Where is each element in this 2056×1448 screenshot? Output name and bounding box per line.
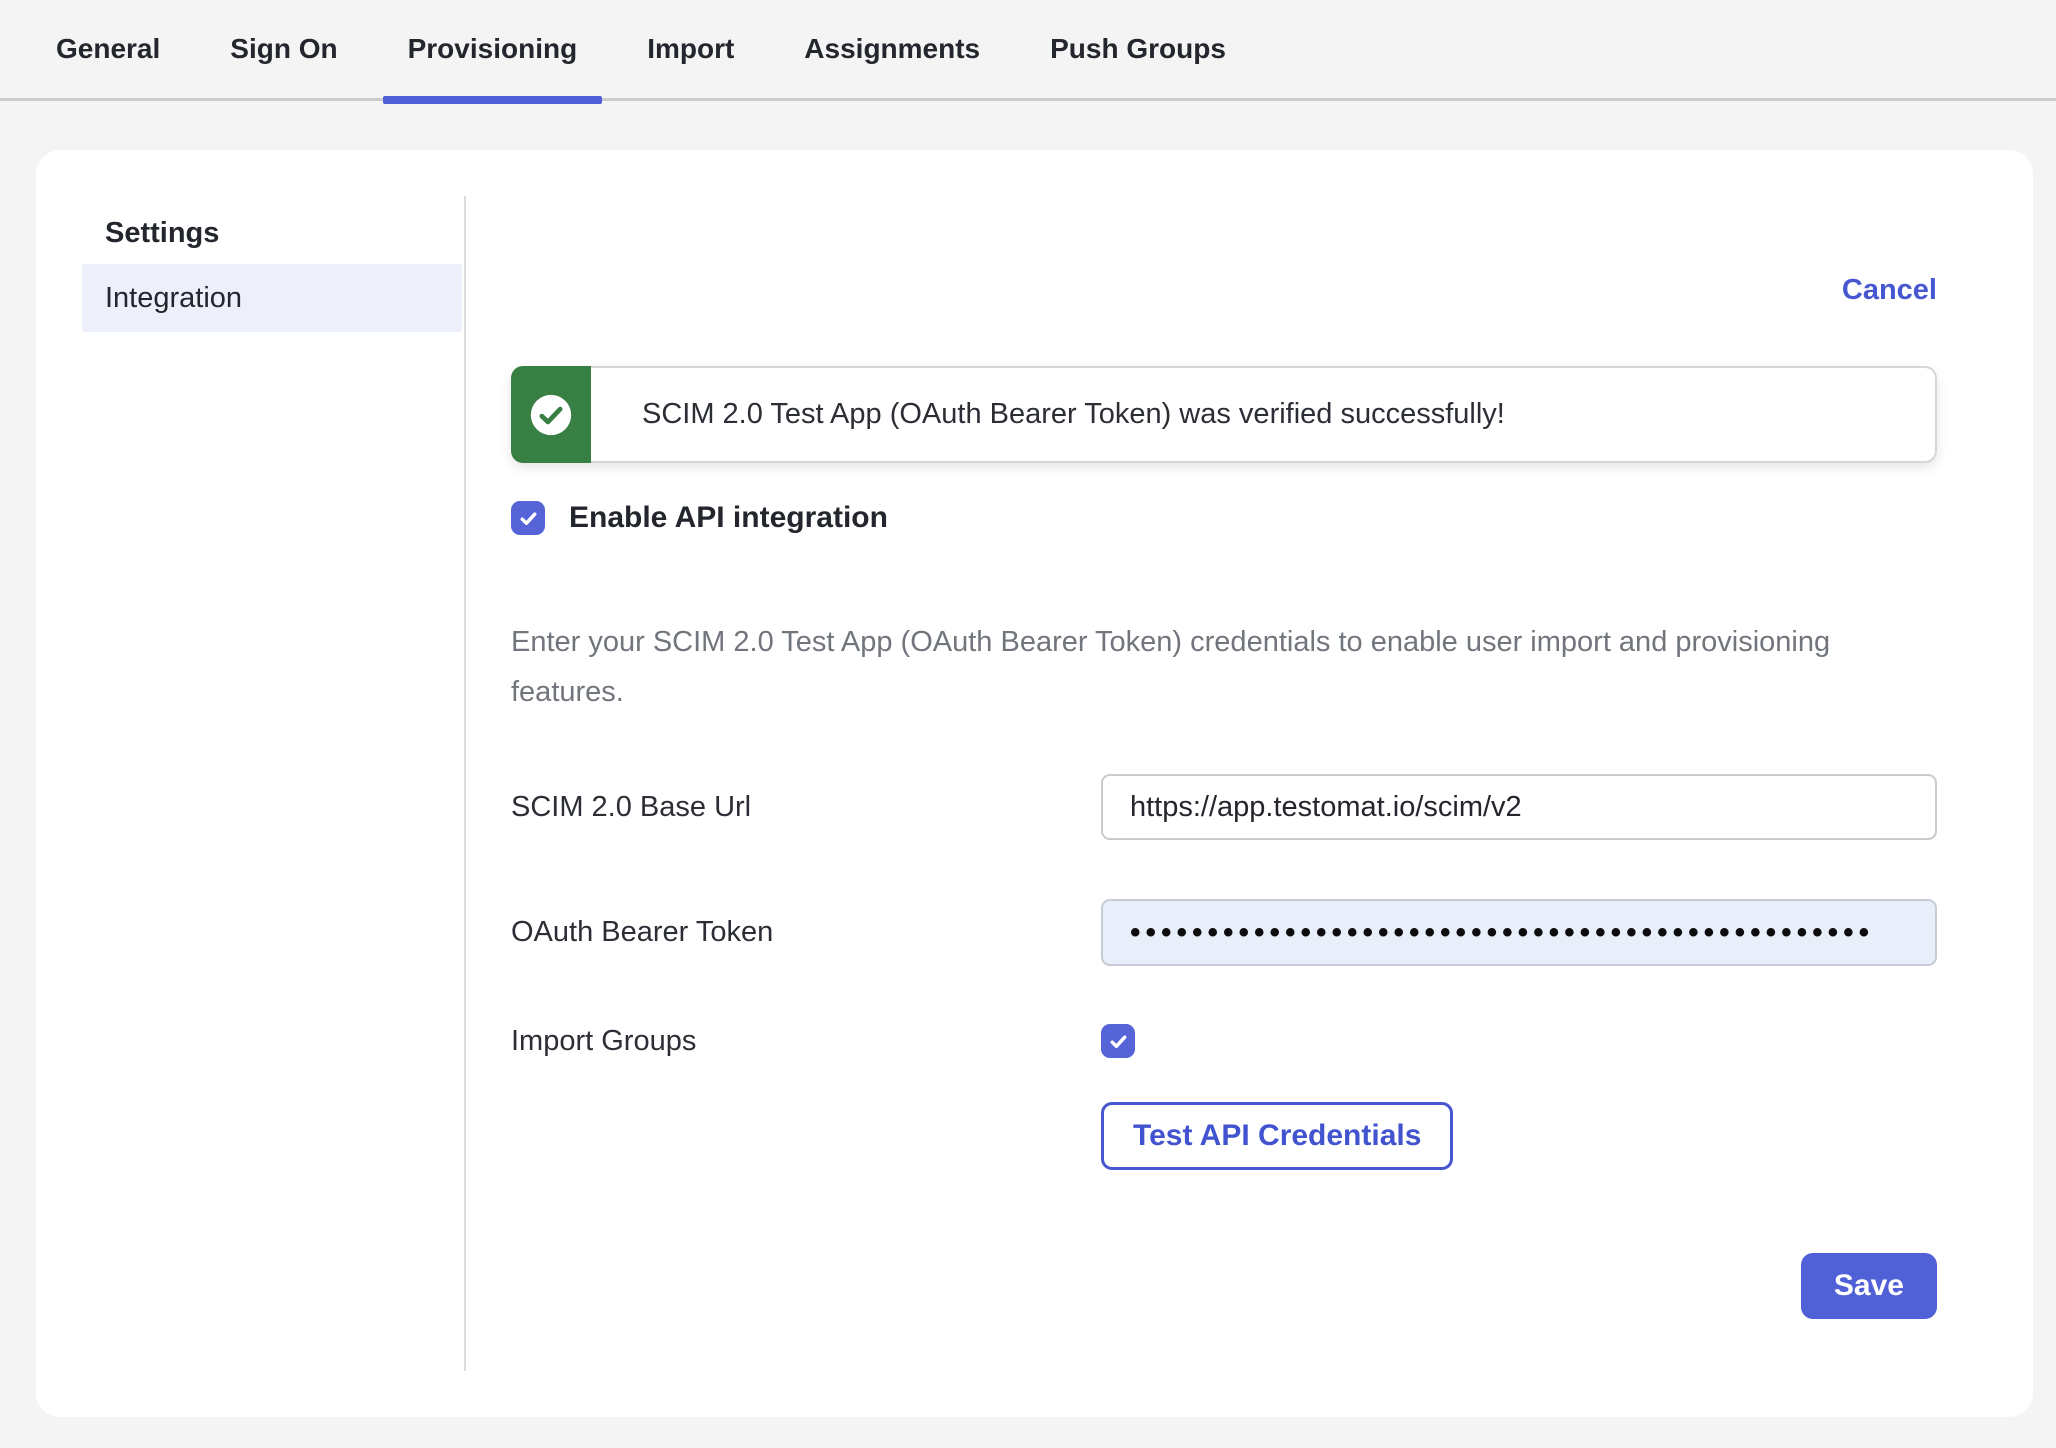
sidebar-item-label: Integration <box>105 282 242 315</box>
tab-provisioning[interactable]: Provisioning <box>383 0 603 98</box>
success-alert-message: SCIM 2.0 Test App (OAuth Bearer Token) w… <box>591 366 1937 463</box>
save-button[interactable]: Save <box>1801 1253 1937 1319</box>
sidebar-divider <box>464 196 466 1371</box>
enable-api-label: Enable API integration <box>569 501 888 535</box>
checkmark-icon <box>1107 1030 1130 1053</box>
integration-settings-panel: Cancel SCIM 2.0 Test App (OAuth Bearer T… <box>464 150 2033 1417</box>
tab-import[interactable]: Import <box>622 0 759 98</box>
token-input[interactable] <box>1101 899 1937 966</box>
check-circle-icon <box>529 393 573 437</box>
success-alert: SCIM 2.0 Test App (OAuth Bearer Token) w… <box>511 366 1937 463</box>
credentials-description: Enter your SCIM 2.0 Test App (OAuth Bear… <box>511 617 1937 717</box>
import-groups-label: Import Groups <box>511 1025 1101 1058</box>
token-row: OAuth Bearer Token <box>511 899 1937 966</box>
enable-api-checkbox[interactable] <box>511 501 545 535</box>
sidebar-heading: Settings <box>105 216 464 250</box>
import-groups-checkbox[interactable] <box>1101 1024 1135 1058</box>
checkmark-icon <box>517 507 540 530</box>
tab-general[interactable]: General <box>31 0 185 98</box>
provisioning-settings-card: Settings Integration Cancel SCIM 2.0 Tes… <box>36 150 2033 1417</box>
sidebar-item-integration[interactable]: Integration <box>82 264 462 332</box>
test-api-credentials-button[interactable]: Test API Credentials <box>1101 1102 1453 1170</box>
base-url-label: SCIM 2.0 Base Url <box>511 791 1101 824</box>
enable-api-row: Enable API integration <box>511 501 1937 535</box>
base-url-row: SCIM 2.0 Base Url <box>511 774 1937 840</box>
success-alert-accent <box>511 366 591 463</box>
import-groups-row: Import Groups <box>511 1024 1937 1058</box>
cancel-link[interactable]: Cancel <box>1842 274 1937 306</box>
save-row: Save <box>511 1253 1937 1319</box>
app-tab-bar: General Sign On Provisioning Import Assi… <box>0 0 2056 101</box>
cancel-row: Cancel <box>511 274 1937 310</box>
settings-sidebar: Settings Integration <box>36 150 464 1417</box>
base-url-input[interactable] <box>1101 774 1937 840</box>
tab-sign-on[interactable]: Sign On <box>205 0 362 98</box>
token-label: OAuth Bearer Token <box>511 916 1101 949</box>
tab-push-groups[interactable]: Push Groups <box>1025 0 1251 98</box>
tab-assignments[interactable]: Assignments <box>779 0 1005 98</box>
test-credentials-row: Test API Credentials <box>511 1102 1937 1170</box>
